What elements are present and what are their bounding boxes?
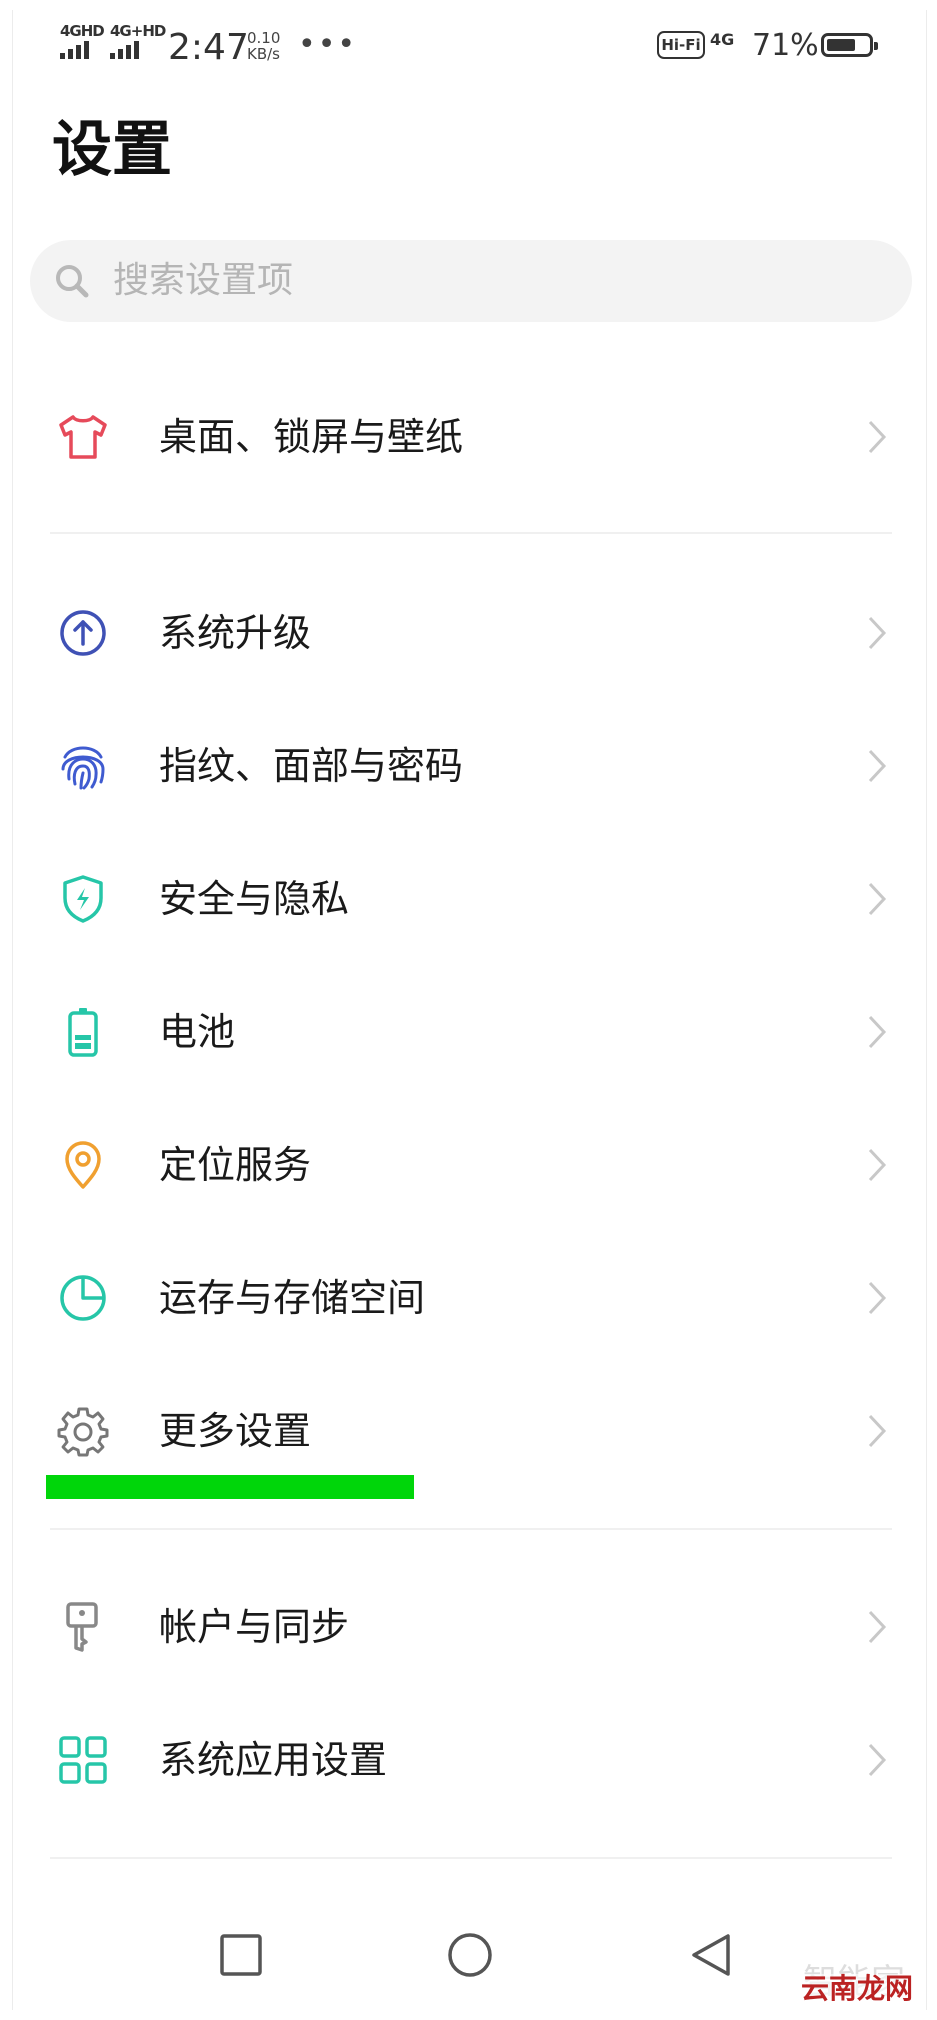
battery-icon: [821, 33, 878, 57]
hifi-badge: Hi-Fi: [657, 31, 705, 59]
tshirt-icon: [59, 415, 107, 459]
search-icon: [56, 265, 89, 298]
section-divider: [50, 532, 892, 534]
settings-item-system-apps[interactable]: 系统应用设置: [0, 1705, 937, 1815]
item-label: 系统应用设置: [159, 1738, 388, 1782]
status-bar: 4GHD 4G+HD 2:47 0.10 KB/s ••• Hi-Fi 4G 7…: [0, 0, 937, 95]
item-label: 运存与存储空间: [159, 1276, 426, 1320]
item-label: 桌面、锁屏与壁纸: [159, 415, 464, 459]
recent-apps-icon[interactable]: [218, 1932, 264, 1978]
highlight-underline: [46, 1475, 414, 1499]
page-title: 设置: [52, 115, 172, 185]
sim2-label: 4G+HD: [110, 22, 166, 40]
network-type: 4G: [710, 30, 735, 49]
pie-chart-icon: [60, 1275, 106, 1321]
section-divider: [50, 1528, 892, 1530]
settings-item-storage[interactable]: 运存与存储空间: [0, 1243, 937, 1353]
item-label: 定位服务: [159, 1143, 312, 1187]
speed-value: 0.10: [247, 29, 281, 47]
item-label: 电池: [159, 1010, 236, 1054]
network-speed: 0.10 KB/s: [247, 30, 280, 62]
settings-item-more[interactable]: 更多设置: [0, 1376, 937, 1486]
chevron-right-icon: [868, 1743, 887, 1777]
navigation-bar: [0, 1920, 937, 2000]
chevron-right-icon: [868, 1281, 887, 1315]
chevron-right-icon: [868, 882, 887, 916]
settings-item-fingerprint[interactable]: 指纹、面部与密码: [0, 711, 937, 821]
location-pin-icon: [65, 1141, 101, 1189]
speed-unit: KB/s: [247, 45, 280, 63]
item-label: 更多设置: [159, 1409, 312, 1453]
watermark-site: 云南龙网: [801, 1972, 914, 2005]
chevron-right-icon: [868, 420, 887, 454]
chevron-right-icon: [868, 749, 887, 783]
chevron-right-icon: [868, 1148, 887, 1182]
gear-icon: [57, 1407, 109, 1457]
sim1-label: 4GHD: [60, 22, 105, 40]
shield-icon: [63, 875, 103, 923]
clock: 2:47: [168, 27, 249, 68]
back-icon[interactable]: [688, 1932, 734, 1978]
chevron-right-icon: [868, 616, 887, 650]
settings-item-battery[interactable]: 电池: [0, 977, 937, 1087]
more-notifications-icon: •••: [298, 27, 358, 62]
key-icon: [66, 1602, 98, 1652]
item-label: 系统升级: [159, 611, 312, 655]
settings-item-location[interactable]: 定位服务: [0, 1110, 937, 1220]
settings-item-wallpaper[interactable]: 桌面、锁屏与壁纸: [0, 382, 937, 492]
chevron-right-icon: [868, 1015, 887, 1049]
sim2-signal-icon: 4G+HD: [110, 22, 166, 59]
battery-icon: [68, 1008, 98, 1057]
sim1-signal-icon: 4GHD: [60, 22, 105, 59]
upgrade-arrow-icon: [60, 610, 106, 656]
settings-item-accounts-sync[interactable]: 帐户与同步: [0, 1572, 937, 1682]
item-label: 帐户与同步: [159, 1605, 350, 1649]
item-label: 指纹、面部与密码: [159, 744, 464, 788]
apps-grid-icon: [59, 1736, 107, 1784]
chevron-right-icon: [868, 1610, 887, 1644]
item-label: 安全与隐私: [159, 877, 350, 921]
fingerprint-icon: [61, 746, 105, 790]
settings-item-system-update[interactable]: 系统升级: [0, 578, 937, 688]
search-placeholder: 搜索设置项: [113, 260, 294, 301]
settings-item-security-privacy[interactable]: 安全与隐私: [0, 844, 937, 954]
search-input[interactable]: 搜索设置项: [30, 240, 912, 322]
section-divider: [50, 1857, 892, 1859]
battery-percent: 71%: [752, 28, 819, 63]
home-icon[interactable]: [447, 1932, 493, 1978]
chevron-right-icon: [868, 1414, 887, 1448]
